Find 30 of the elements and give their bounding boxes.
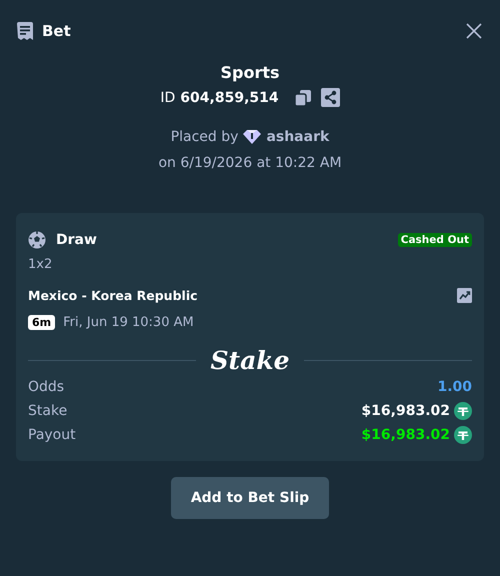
- time-badge: 6m: [28, 315, 56, 330]
- summary-label: Odds: [28, 379, 64, 395]
- username-link[interactable]: ashaark: [266, 129, 330, 145]
- stats-button[interactable]: [457, 288, 472, 303]
- bet-id: 604,859,514: [180, 90, 279, 106]
- status-badge: Cashed Out: [398, 233, 472, 247]
- placed-date: on 6/19/2026 at 10:22 AM: [158, 155, 342, 171]
- summary-value: $16,983.02: [361, 427, 450, 443]
- diamond-icon: [243, 130, 262, 144]
- receipt-icon: [16, 22, 34, 40]
- event-time: Fri, Jun 19 10:30 AM: [63, 315, 194, 330]
- outcome-label: Draw: [56, 232, 97, 248]
- close-button[interactable]: [466, 23, 482, 39]
- event-name[interactable]: Mexico - Korea Republic: [28, 288, 198, 303]
- dialog-title: Bet: [42, 22, 71, 40]
- placed-by-label: Placed by: [170, 129, 238, 145]
- summary-label: Payout: [28, 427, 76, 443]
- summary-label: Stake: [28, 403, 68, 419]
- bet-category: Sports: [220, 63, 280, 82]
- market-label: 1x2: [28, 257, 54, 272]
- brand-logo: Stake: [210, 346, 290, 375]
- summary-value: 1.00: [437, 379, 472, 395]
- soccer-ball-icon: [28, 231, 46, 249]
- add-to-bet-slip-button[interactable]: Add to Bet Slip: [170, 477, 330, 519]
- coin-icon: [454, 426, 472, 444]
- copy-button[interactable]: [294, 88, 312, 106]
- coin-icon: [454, 402, 472, 420]
- id-label: ID: [160, 90, 176, 106]
- summary-value: $16,983.02: [361, 403, 450, 419]
- share-button[interactable]: [320, 88, 340, 107]
